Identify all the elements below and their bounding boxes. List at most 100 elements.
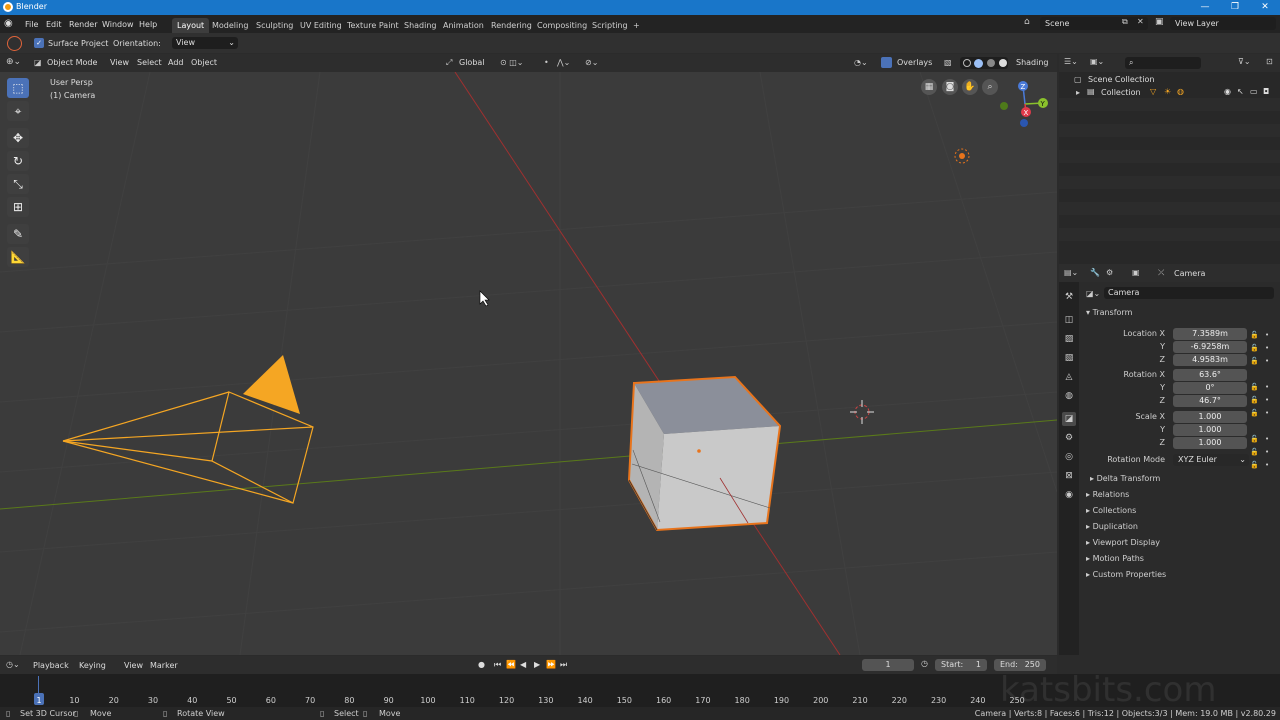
- light-data-icon[interactable]: ☀: [1164, 87, 1171, 96]
- navigation-gizmo[interactable]: Z Y X: [995, 76, 1051, 132]
- camera-view-icon[interactable]: ◙: [942, 79, 958, 95]
- selectable-icon[interactable]: ↖: [1237, 87, 1244, 96]
- outliner-editor-icon[interactable]: ☰⌄: [1064, 57, 1078, 66]
- viewport-menu-select[interactable]: Select: [137, 58, 162, 67]
- tab-animation[interactable]: Animation: [438, 18, 489, 33]
- tool-tab-icon[interactable]: ⚒: [1062, 290, 1076, 304]
- wireframe-shading-icon[interactable]: [963, 59, 971, 67]
- cursor-tool-button[interactable]: ⌖: [7, 101, 29, 121]
- editor-type-icon[interactable]: ⊕⌄: [6, 57, 21, 67]
- record-icon[interactable]: ●: [478, 660, 488, 670]
- duplication-panel-header[interactable]: ▸ Duplication: [1086, 522, 1138, 531]
- measure-tool-button[interactable]: 📐: [7, 247, 29, 267]
- jump-end-icon[interactable]: ⏭: [560, 660, 567, 670]
- xray-icon[interactable]: ▧: [944, 58, 952, 67]
- play-reverse-icon[interactable]: ◀: [520, 660, 526, 669]
- viewport-menu-view[interactable]: View: [110, 58, 129, 67]
- close-button[interactable]: ✕: [1250, 0, 1280, 15]
- menu-render[interactable]: Render: [66, 18, 100, 31]
- viewport-menu-object[interactable]: Object: [191, 58, 217, 67]
- tab-modeling[interactable]: Modeling: [207, 18, 253, 33]
- scale-x-field[interactable]: 1.000: [1173, 411, 1247, 423]
- pivot-point-icon[interactable]: ⊙ ◫⌄: [500, 58, 524, 67]
- outliner-scene-collection[interactable]: Scene Collection: [1088, 75, 1155, 84]
- tool-wrench-icon[interactable]: 🔧: [1090, 268, 1100, 277]
- object-data-icon[interactable]: ⚙: [1106, 268, 1113, 277]
- location-z-field[interactable]: 4.9583m: [1173, 354, 1247, 366]
- jump-start-icon[interactable]: ⏮: [494, 660, 501, 670]
- tab-texture-paint[interactable]: Texture Paint: [342, 18, 404, 33]
- move-tool-button[interactable]: ✥: [7, 128, 29, 148]
- pin-icon[interactable]: ▣: [1132, 268, 1140, 277]
- relations-panel-header[interactable]: ▸ Relations: [1086, 490, 1129, 499]
- tab-compositing[interactable]: Compositing: [532, 18, 592, 33]
- maximize-button[interactable]: ❐: [1220, 0, 1250, 15]
- jump-keyframe-forward-icon[interactable]: ⏩: [546, 660, 556, 669]
- transform-panel-header[interactable]: ▾ Transform: [1086, 308, 1132, 317]
- object-name-field[interactable]: Camera: [1104, 287, 1274, 299]
- rotation-z-field[interactable]: 46.7°: [1173, 395, 1247, 407]
- tab-layout[interactable]: Layout: [172, 18, 210, 33]
- properties-editor-icon[interactable]: ▤⌄: [1064, 268, 1078, 277]
- preview-range-clock-icon[interactable]: ◷: [921, 659, 928, 668]
- overlays-dropdown[interactable]: Overlays: [897, 58, 932, 67]
- scale-tool-button[interactable]: ⤡: [7, 174, 29, 194]
- delete-scene-button[interactable]: ✕: [1137, 17, 1144, 26]
- visibility-eye-icon[interactable]: ◉: [1224, 87, 1231, 96]
- modifier-tab-icon[interactable]: ⚙: [1062, 431, 1076, 445]
- menu-edit[interactable]: Edit: [43, 18, 65, 31]
- snap-icon[interactable]: •: [544, 58, 549, 67]
- rendered-shading-icon[interactable]: [999, 59, 1007, 67]
- timeline-menu-view[interactable]: View: [124, 661, 143, 670]
- mesh-data-icon[interactable]: ◍: [1177, 87, 1184, 96]
- cursor-tool-icon[interactable]: [7, 36, 22, 51]
- lock-icon[interactable]: 🔓 🔓 🔓 🔓 🔓 🔓 🔓 🔓 🔓: [1250, 329, 1259, 472]
- overlays-toggle-icon[interactable]: [881, 57, 892, 68]
- transform-tool-button[interactable]: ⊞: [7, 197, 29, 217]
- tab-rendering[interactable]: Rendering: [486, 18, 537, 33]
- timeline-menu-keying[interactable]: Keying: [79, 661, 106, 670]
- camera-data-icon[interactable]: ▽: [1150, 87, 1156, 96]
- delta-transform-header[interactable]: ▸ Delta Transform: [1090, 474, 1160, 483]
- jump-keyframe-back-icon[interactable]: ⏪: [506, 660, 516, 669]
- timeline-menu-playback[interactable]: Playback: [33, 661, 69, 670]
- annotate-tool-button[interactable]: ✎: [7, 224, 29, 244]
- mode-dropdown[interactable]: Object Mode: [47, 58, 97, 67]
- timeline-editor-icon[interactable]: ◷⌄: [6, 660, 20, 669]
- blender-menu-icon[interactable]: ◉: [4, 18, 13, 29]
- material-shading-icon[interactable]: [987, 59, 995, 67]
- surface-project-checkbox[interactable]: ✓: [34, 38, 44, 48]
- display-mode-icon[interactable]: ▣⌄: [1090, 57, 1104, 66]
- disable-render-icon[interactable]: ◘: [1263, 87, 1269, 96]
- menu-help[interactable]: Help: [136, 18, 160, 31]
- tab-scripting[interactable]: Scripting: [587, 18, 633, 33]
- collections-panel-header[interactable]: ▸ Collections: [1086, 506, 1136, 515]
- transform-orientation-dropdown[interactable]: Global: [459, 58, 485, 67]
- menu-file[interactable]: File: [22, 18, 41, 31]
- orientation-dropdown[interactable]: View ⌄: [172, 37, 238, 49]
- keyframe-dot-icon[interactable]: • • • • • • • • •: [1265, 329, 1269, 472]
- add-workspace-button[interactable]: +: [628, 18, 645, 33]
- scale-y-field[interactable]: 1.000: [1173, 424, 1247, 436]
- proportional-edit-icon[interactable]: ⋀⌄: [557, 58, 570, 67]
- scene-tab-icon[interactable]: ◬: [1062, 370, 1076, 384]
- disable-viewport-icon[interactable]: ▭: [1250, 87, 1258, 96]
- timeline-menu-marker[interactable]: Marker: [150, 661, 178, 670]
- custom-properties-panel-header[interactable]: ▸ Custom Properties: [1086, 570, 1166, 579]
- view-layer-tab-icon[interactable]: ▧: [1062, 351, 1076, 365]
- minimize-button[interactable]: —: [1190, 0, 1220, 15]
- start-frame-field[interactable]: Start: 1: [935, 659, 987, 671]
- motion-paths-panel-header[interactable]: ▸ Motion Paths: [1086, 554, 1144, 563]
- outliner-collection[interactable]: Collection: [1101, 88, 1141, 97]
- new-scene-button[interactable]: ⧉: [1122, 17, 1128, 27]
- new-collection-icon[interactable]: ⊡: [1266, 57, 1273, 66]
- current-frame-field[interactable]: 1: [862, 659, 914, 671]
- solid-shading-icon[interactable]: [974, 59, 983, 68]
- play-icon[interactable]: ▶: [534, 660, 540, 669]
- menu-window[interactable]: Window: [99, 18, 137, 31]
- shading-dropdown[interactable]: Shading: [1016, 58, 1049, 67]
- filter-icon[interactable]: ⊽⌄: [1238, 57, 1251, 66]
- toggle-ortho-icon[interactable]: ▦: [921, 79, 937, 95]
- pan-view-icon[interactable]: ✋: [962, 79, 978, 95]
- object-tab-icon[interactable]: ◪: [1062, 412, 1076, 426]
